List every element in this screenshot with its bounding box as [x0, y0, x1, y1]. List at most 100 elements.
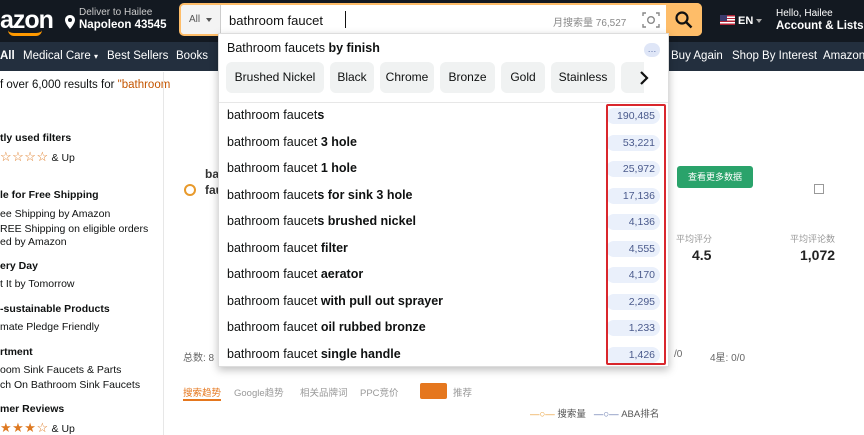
finish-heading-bold: by finish: [328, 41, 380, 55]
sustainable-heading: -sustainable Products: [0, 303, 110, 315]
legend-aba-rank: ABA排名: [621, 409, 660, 420]
subnav-all[interactable]: All: [0, 50, 15, 62]
camera-icon[interactable]: [640, 10, 662, 30]
monthly-search-volume: 月搜索量 76,527: [553, 18, 627, 29]
tab-ppc-bid[interactable]: PPC竞价: [360, 385, 399, 399]
deliver-line1: Deliver to Hailee: [79, 7, 153, 18]
suggestion-base: bathroom faucet: [227, 267, 321, 281]
suggestion-base: bathroom faucet: [227, 135, 321, 149]
tag-badge: [420, 383, 447, 399]
location-pin-icon: [65, 15, 75, 29]
subnav-medical[interactable]: Medical Care ▾: [23, 50, 98, 62]
suggestion-base: bathroom faucet: [227, 294, 321, 308]
chip-chrome[interactable]: Chrome: [380, 62, 434, 93]
search-button[interactable]: [666, 3, 702, 36]
language-label: EN: [738, 15, 754, 27]
avg-reviews-label: 平均评论数: [790, 234, 836, 244]
chevron-down-icon: [206, 18, 212, 22]
search-input[interactable]: [229, 10, 479, 30]
chevron-right-icon[interactable]: [634, 66, 654, 90]
tab-google-trend[interactable]: Google趋势: [234, 385, 284, 399]
deliver-line2: Napoleon 43545: [79, 19, 167, 31]
account-menu[interactable]: Hello, Hailee Account & Lists: [776, 8, 864, 32]
results-prefix: f over 6,000 results for: [0, 79, 118, 91]
search-icon: [675, 11, 693, 29]
suggestion-completion: single handle: [320, 347, 401, 361]
suggestion-item[interactable]: bathroom faucet oil rubbed bronze: [227, 320, 607, 334]
suggestion-base: bathroom faucet: [227, 347, 321, 361]
suggestion-completion: aerator: [320, 267, 364, 281]
tab-search-trend[interactable]: 搜索趋势: [183, 385, 222, 401]
legend-line-orange: —○—: [530, 409, 555, 420]
finish-chips: Brushed Nickel Black Chrome Bronze Gold …: [226, 62, 644, 93]
suggestion-base: bathroom faucet: [227, 320, 321, 334]
suggestion-item[interactable]: bathroom faucet filter: [227, 241, 607, 255]
stars-icon: ☆☆☆☆: [0, 149, 49, 164]
delivery-option-1[interactable]: t It by Tomorrow: [0, 278, 75, 290]
suggestion-completion: s brushed nickel: [317, 214, 416, 228]
free-ship-option-1[interactable]: ee Shipping by Amazon: [0, 208, 110, 220]
avg-rating-label: 平均评分: [676, 234, 713, 244]
grid-view-icon[interactable]: [814, 184, 824, 194]
total-count: 总数: 8: [183, 353, 215, 364]
suggestion-base: bathroom faucet: [227, 161, 321, 175]
free-shipping-heading: le for Free Shipping: [0, 189, 99, 201]
chip-stainless[interactable]: Stainless: [551, 62, 615, 93]
ratio-1: /0: [674, 349, 683, 360]
suggestion-item[interactable]: bathroom faucets brushed nickel: [227, 214, 607, 228]
department-option-2[interactable]: ch On Bathroom Sink Faucets: [0, 379, 140, 391]
suggestion-completion: filter: [320, 241, 348, 255]
subnav-books[interactable]: Books: [176, 50, 208, 62]
legend-line-blue: —○—: [593, 409, 619, 420]
free-ship-option-3[interactable]: ed by Amazon: [0, 236, 67, 248]
subnav-amazon[interactable]: Amazon: [823, 50, 864, 62]
sustainable-option-1[interactable]: mate Pledge Friendly: [0, 321, 99, 333]
suggestion-completion: s: [317, 108, 325, 122]
suggestion-item[interactable]: bathroom faucet with pull out sprayer: [227, 294, 607, 308]
suggestion-completion: oil rubbed bronze: [320, 320, 426, 334]
suggestion-item[interactable]: bathroom faucet single handle: [227, 347, 607, 361]
suggestion-base: bathroom faucet: [227, 214, 318, 228]
rating-filter-1[interactable]: ☆☆☆☆ & Up: [0, 149, 75, 165]
rating-filter-2[interactable]: ★★★☆ & Up: [0, 420, 75, 435]
suggestion-item[interactable]: bathroom faucets for sink 3 hole: [227, 188, 607, 202]
suggestion-completion: 3 hole: [320, 135, 357, 149]
subnav-shopinterest[interactable]: Shop By Interest: [732, 50, 817, 62]
more-data-button[interactable]: 查看更多数据: [677, 166, 753, 188]
chip-brushed-nickel[interactable]: Brushed Nickel: [226, 62, 324, 93]
chip-black[interactable]: Black: [330, 62, 374, 93]
recent-filters-heading: tly used filters: [0, 132, 72, 144]
text-cursor: [345, 11, 346, 28]
search-suggestions-dropdown: Bathroom faucets by finish … Brushed Nic…: [218, 33, 669, 367]
chip-bronze[interactable]: Bronze: [440, 62, 495, 93]
chevron-down-icon: ▾: [93, 52, 98, 61]
department-heading: rtment: [0, 346, 33, 358]
legend-search-volume: 搜索量: [557, 409, 586, 420]
suggestion-item[interactable]: bathroom faucets: [227, 108, 607, 122]
subnav-bestsellers[interactable]: Best Sellers: [107, 50, 168, 62]
chip-gold[interactable]: Gold: [501, 62, 545, 93]
suggestion-item[interactable]: bathroom faucet 1 hole: [227, 161, 607, 175]
search-bar: All 月搜索量 76,527: [179, 3, 702, 36]
tab-recommend[interactable]: 推荐: [453, 385, 472, 399]
chart-legend: —○— 搜索量 —○— ABA排名: [530, 406, 659, 420]
search-category-label: All: [189, 14, 201, 25]
suggestion-base: bathroom faucet: [227, 108, 318, 122]
language-selector[interactable]: EN: [720, 15, 763, 27]
dropdown-divider: [219, 102, 668, 103]
department-option-1[interactable]: oom Sink Faucets & Parts: [0, 364, 121, 376]
more-icon[interactable]: …: [644, 43, 660, 57]
suggestion-item[interactable]: bathroom faucet 3 hole: [227, 135, 607, 149]
results-count: f over 6,000 results for "bathroom: [0, 79, 170, 91]
subnav-buyagain[interactable]: Buy Again: [671, 50, 723, 62]
suggestion-item[interactable]: bathroom faucet aerator: [227, 267, 607, 281]
chevron-down-icon: [756, 19, 763, 23]
account-lists: Account & Lists: [776, 20, 864, 32]
finish-heading-prefix: Bathroom faucets: [227, 41, 329, 55]
search-category-select[interactable]: All: [181, 5, 221, 34]
avg-rating-value: 4.5: [692, 247, 712, 263]
free-ship-option-2[interactable]: REE Shipping on eligible orders: [0, 223, 148, 235]
tab-related-brand[interactable]: 相关品牌词: [300, 385, 348, 399]
logo-smile: [8, 30, 42, 36]
subnav-medical-label: Medical Care: [23, 50, 91, 62]
